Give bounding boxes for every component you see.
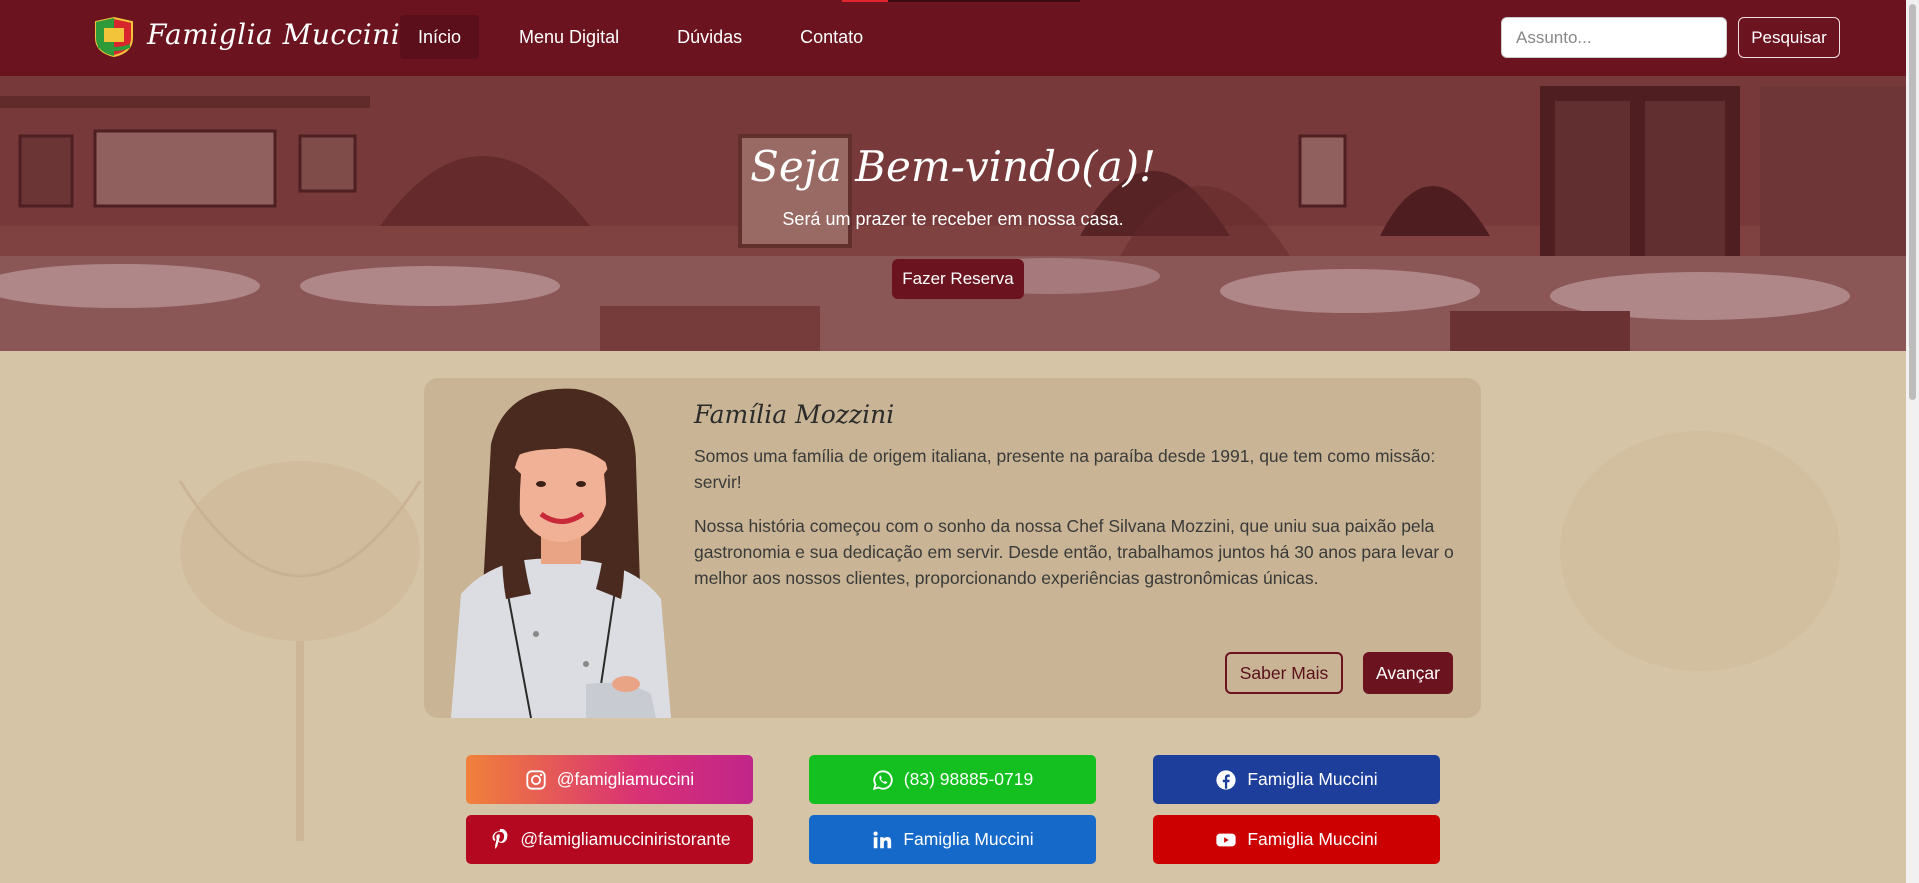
next-button[interactable]: Avançar: [1363, 652, 1453, 694]
instagram-icon: [526, 769, 546, 790]
whatsapp-label: (83) 98885-0719: [903, 769, 1034, 789]
hero-title: Seja Bem-vindo(a)!: [750, 142, 1156, 191]
facebook-link[interactable]: Famiglia Muccini: [1153, 755, 1440, 804]
linkedin-label: Famiglia Muccini: [903, 829, 1034, 849]
nav-link-duvidas[interactable]: Dúvidas: [659, 15, 760, 59]
nav-accent-bar-dark: [888, 0, 1080, 2]
youtube-icon: [1216, 833, 1236, 846]
make-reservation-button[interactable]: Fazer Reserva: [892, 259, 1024, 299]
nav-link-contato[interactable]: Contato: [782, 15, 881, 59]
hero-subtitle: Será um prazer te receber em nossa casa.: [782, 209, 1124, 229]
about-paragraph-1: Somos uma família de origem italiana, pr…: [694, 446, 1436, 492]
youtube-link[interactable]: Famiglia Muccini: [1153, 815, 1440, 864]
about-paragraph-2: Nossa história começou com o sonho da no…: [694, 516, 1454, 588]
pinterest-link[interactable]: @famigliamucciniristorante: [466, 815, 753, 864]
top-navbar: Famiglia Muccini Início Menu Digital Dúv…: [0, 0, 1906, 76]
learn-more-button[interactable]: Saber Mais: [1225, 652, 1343, 694]
about-title: Família Mozzini: [694, 400, 895, 429]
instagram-label: @famigliamuccini: [556, 769, 695, 789]
search-button[interactable]: Pesquisar: [1738, 17, 1840, 58]
main-nav: Início Menu Digital Dúvidas Contato: [400, 15, 903, 59]
instagram-link[interactable]: @famigliamuccini: [466, 755, 753, 804]
hero-banner: Seja Bem-vindo(a)! Será um prazer te rec…: [0, 76, 1906, 351]
linkedin-icon: [873, 830, 892, 848]
linkedin-link[interactable]: Famiglia Muccini: [809, 815, 1096, 864]
scrollbar-thumb[interactable]: [1909, 4, 1916, 400]
search-input[interactable]: [1501, 17, 1727, 58]
whatsapp-icon: [872, 769, 893, 790]
chef-portrait-image: [451, 388, 671, 718]
brand-logo-icon[interactable]: [92, 16, 136, 58]
nav-link-menu-digital[interactable]: Menu Digital: [501, 15, 637, 59]
pinterest-label: @famigliamucciniristorante: [520, 829, 731, 849]
whatsapp-link[interactable]: (83) 98885-0719: [809, 755, 1096, 804]
nav-accent-bar: [842, 0, 888, 2]
brand-name[interactable]: Famiglia Muccini: [147, 18, 400, 51]
facebook-label: Famiglia Muccini: [1247, 769, 1378, 789]
nav-link-inicio[interactable]: Início: [400, 15, 480, 59]
pinterest-icon: [492, 828, 508, 849]
youtube-label: Famiglia Muccini: [1247, 829, 1378, 849]
facebook-icon: [1216, 769, 1236, 790]
